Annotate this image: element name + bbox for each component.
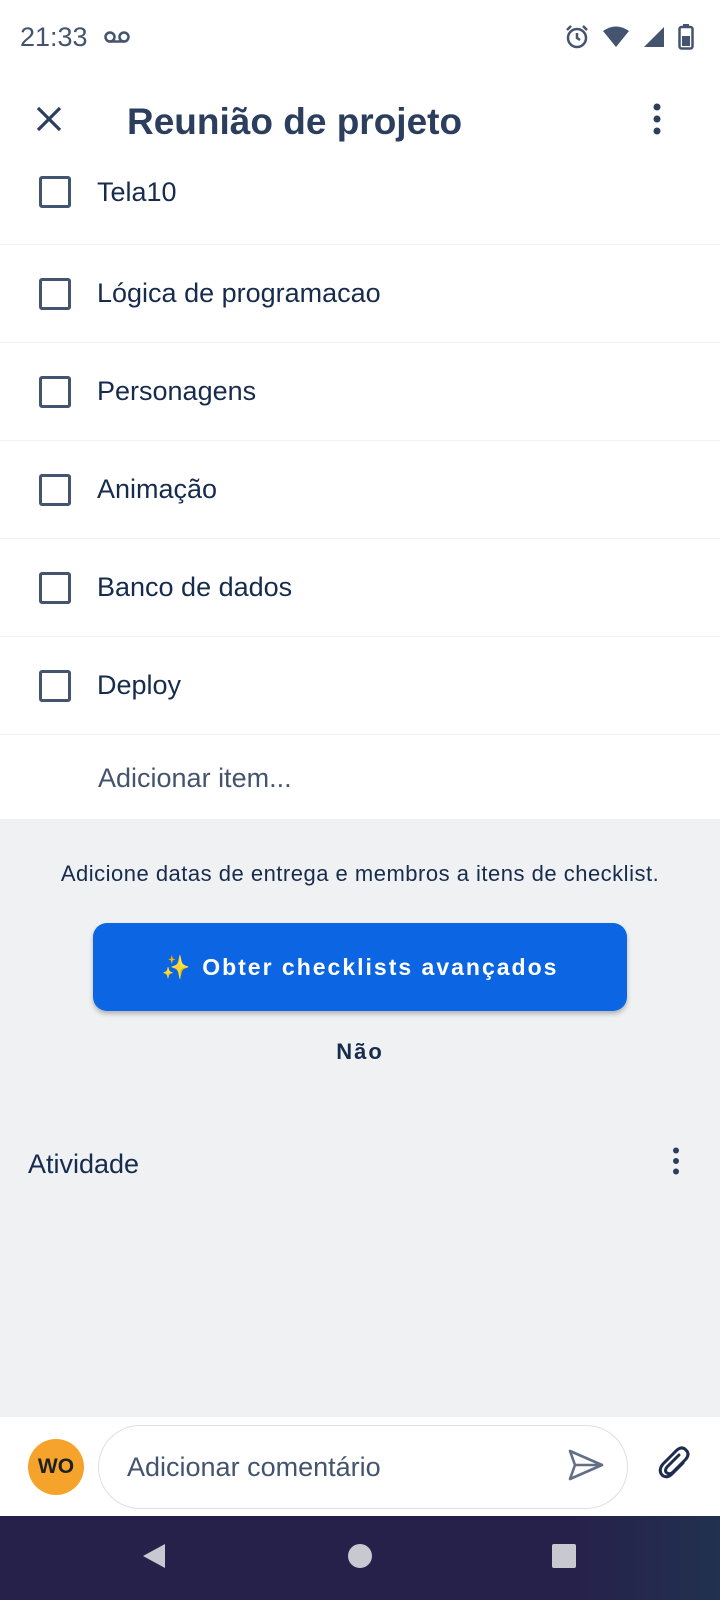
checklist-item-label: Tela10 — [97, 176, 177, 207]
more-vertical-icon — [672, 1147, 680, 1180]
comment-bar: WO Adicionar comentário — [0, 1417, 720, 1516]
comment-input[interactable]: Adicionar comentário — [98, 1425, 628, 1509]
status-time: 21:33 — [20, 22, 88, 52]
checkbox[interactable] — [39, 669, 71, 702]
navigation-bar — [0, 1516, 720, 1600]
advanced-checklists-label: Obter checklists avançados — [202, 953, 559, 980]
checkbox[interactable] — [39, 571, 71, 604]
send-icon — [568, 1449, 604, 1486]
send-button[interactable] — [565, 1446, 607, 1488]
checklist-item-label: Animação — [97, 474, 218, 504]
checklist: Tela10 Lógica de programacao Personagens… — [0, 140, 720, 821]
sparkle-icon: ✨ — [161, 953, 193, 980]
activity-heading: Atividade — [28, 1149, 140, 1179]
back-button[interactable] — [134, 1538, 174, 1578]
close-icon — [36, 106, 62, 137]
more-vertical-icon — [652, 103, 662, 140]
activity-more-button[interactable] — [656, 1141, 696, 1185]
advanced-checklists-button[interactable]: ✨ Obter checklists avançados — [93, 923, 627, 1011]
signal-icon — [642, 25, 666, 54]
checklist-item[interactable]: Deploy — [0, 637, 720, 735]
home-circle-icon — [347, 1543, 373, 1574]
status-bar: 21:33 — [0, 0, 720, 80]
recents-button[interactable] — [544, 1538, 584, 1578]
close-button[interactable] — [24, 96, 74, 146]
checklist-item-label: Deploy — [97, 670, 182, 700]
checklist-item[interactable]: Tela10 — [0, 140, 720, 245]
back-triangle-icon — [141, 1542, 167, 1575]
checklist-item-label: Personagens — [97, 376, 257, 406]
checklist-item[interactable]: Personagens — [0, 343, 720, 441]
avatar[interactable]: WO — [28, 1439, 84, 1495]
checkbox[interactable] — [39, 176, 71, 208]
paperclip-icon — [657, 1446, 691, 1485]
home-button[interactable] — [340, 1538, 380, 1578]
wifi-icon — [602, 25, 630, 54]
checklist-item-label: Lógica de programacao — [97, 278, 381, 308]
checkbox[interactable] — [39, 277, 71, 310]
checklist-item-label: Banco de dados — [97, 572, 293, 602]
checkbox[interactable] — [39, 375, 71, 408]
alarm-icon — [564, 24, 590, 55]
recents-square-icon — [551, 1543, 577, 1574]
checklist-item[interactable]: Banco de dados — [0, 539, 720, 637]
dismiss-button[interactable]: Não — [0, 1039, 720, 1065]
battery-icon — [678, 24, 694, 55]
add-item-input[interactable]: Adicionar item... — [0, 735, 720, 821]
more-options-button[interactable] — [632, 96, 682, 146]
promo-text: Adicione datas de entrega e membros a it… — [60, 861, 660, 886]
promo-section: Adicione datas de entrega e membros a it… — [0, 819, 720, 1417]
attach-button[interactable] — [652, 1443, 696, 1487]
checklist-item[interactable]: Animação — [0, 441, 720, 539]
checkbox[interactable] — [39, 473, 71, 506]
checklist-item[interactable]: Lógica de programacao — [0, 245, 720, 343]
voicemail-icon — [104, 30, 130, 49]
comment-placeholder: Adicionar comentário — [127, 1452, 381, 1482]
